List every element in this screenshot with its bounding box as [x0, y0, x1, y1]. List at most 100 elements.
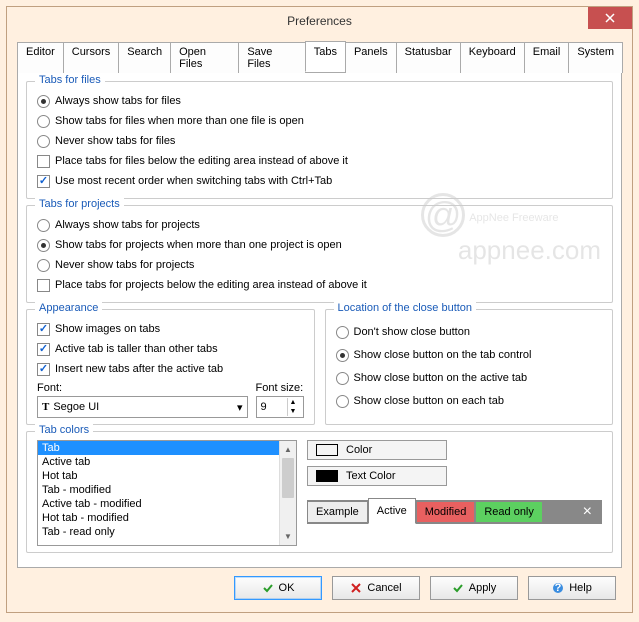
example-tab: Example: [307, 501, 368, 523]
check-icon: [452, 582, 464, 594]
group-tab-colors: Tab colors Tab Active tab Hot tab Tab - …: [26, 431, 613, 553]
check-files-below[interactable]: [37, 155, 50, 168]
radio-close-each[interactable]: [336, 395, 349, 408]
apply-button[interactable]: Apply: [430, 576, 518, 600]
cancel-button[interactable]: Cancel: [332, 576, 420, 600]
radio-close-none[interactable]: [336, 326, 349, 339]
tab-panels[interactable]: Panels: [345, 42, 397, 73]
color-button[interactable]: Color: [307, 440, 447, 460]
list-item[interactable]: Active tab: [38, 455, 296, 469]
legend-projects: Tabs for projects: [35, 198, 124, 210]
text-color-swatch: [316, 470, 338, 482]
group-appearance: Appearance Show images on tabs Active ta…: [26, 309, 315, 425]
label: Show images on tabs: [55, 323, 160, 335]
close-icon: [605, 13, 615, 23]
font-value: Segoe UI: [53, 401, 99, 413]
example-active: Active: [368, 498, 416, 524]
example-close-icon[interactable]: ×: [573, 503, 602, 521]
label: Show close button on each tab: [354, 395, 504, 407]
tabpage-tabs: @AppNee Freeware appnee.com Tabs for fil…: [17, 73, 622, 568]
group-tabs-for-projects: Tabs for projects Always show tabs for p…: [26, 205, 613, 303]
font-label: Font:: [37, 382, 248, 394]
label: Show tabs for files when more than one f…: [55, 115, 304, 127]
label: Apply: [469, 582, 497, 594]
label: Show close button on the active tab: [354, 372, 528, 384]
label: OK: [279, 582, 295, 594]
radio-always-show-projects[interactable]: [37, 219, 50, 232]
label: Use most recent order when switching tab…: [55, 175, 332, 187]
x-icon: [350, 582, 362, 594]
font-combobox[interactable]: T Segoe UI ▾: [37, 396, 248, 418]
tab-search[interactable]: Search: [118, 42, 171, 73]
ok-button[interactable]: OK: [234, 576, 322, 600]
svg-text:?: ?: [555, 582, 562, 594]
radio-close-tabcontrol[interactable]: [336, 349, 349, 362]
check-insert-after-active[interactable]: [37, 363, 50, 376]
spin-up-icon[interactable]: ▲: [288, 398, 299, 407]
legend-appearance: Appearance: [35, 302, 102, 314]
scroll-thumb[interactable]: [282, 458, 294, 498]
list-item[interactable]: Hot tab: [38, 469, 296, 483]
legend-close: Location of the close button: [334, 302, 477, 314]
list-item[interactable]: Tab: [38, 441, 296, 455]
legend-tabcolors: Tab colors: [35, 424, 93, 436]
tabcolors-listbox[interactable]: Tab Active tab Hot tab Tab - modified Ac…: [37, 440, 297, 546]
tab-system[interactable]: System: [568, 42, 623, 73]
example-readonly: Read only: [475, 501, 543, 523]
label: Never show tabs for files: [55, 135, 175, 147]
list-item[interactable]: Active tab - modified: [38, 497, 296, 511]
help-button[interactable]: ? Help: [528, 576, 616, 600]
radio-show-projects-multi[interactable]: [37, 239, 50, 252]
tab-cursors[interactable]: Cursors: [63, 42, 120, 73]
button-bar: OK Cancel Apply ? Help: [17, 568, 622, 602]
radio-never-show-files[interactable]: [37, 135, 50, 148]
tab-keyboard[interactable]: Keyboard: [460, 42, 525, 73]
font-icon: T: [42, 401, 49, 413]
check-show-images[interactable]: [37, 323, 50, 336]
tabstrip: Editor Cursors Search Open Files Save Fi…: [17, 41, 622, 73]
window-close-button[interactable]: [588, 7, 632, 29]
preferences-window: Preferences Editor Cursors Search Open F…: [6, 6, 633, 613]
list-item[interactable]: Tab - read only: [38, 525, 296, 539]
scroll-up-icon[interactable]: ▲: [280, 441, 296, 458]
check-projects-below[interactable]: [37, 279, 50, 292]
label: Don't show close button: [354, 326, 470, 338]
label: Help: [569, 582, 592, 594]
spin-down-icon[interactable]: ▼: [288, 407, 299, 416]
label: Active tab is taller than other tabs: [55, 343, 218, 355]
example-bar: Example Active Modified Read only ×: [307, 500, 602, 524]
fontsize-input[interactable]: [257, 401, 287, 413]
example-modified: Modified: [416, 501, 476, 523]
check-mru-order[interactable]: [37, 175, 50, 188]
label: Always show tabs for projects: [55, 219, 200, 231]
tab-editor[interactable]: Editor: [17, 42, 64, 73]
help-icon: ?: [552, 582, 564, 594]
tab-email[interactable]: Email: [524, 42, 570, 73]
group-tabs-for-files: Tabs for files Always show tabs for file…: [26, 81, 613, 199]
label: Place tabs for files below the editing a…: [55, 155, 348, 167]
label: Show close button on the tab control: [354, 349, 532, 361]
tab-tabs[interactable]: Tabs: [305, 41, 346, 72]
fontsize-label: Font size:: [256, 382, 304, 394]
tab-statusbar[interactable]: Statusbar: [396, 42, 461, 73]
fontsize-spinner[interactable]: ▲▼: [256, 396, 304, 418]
check-icon: [262, 582, 274, 594]
tab-save-files[interactable]: Save Files: [238, 42, 305, 73]
radio-never-show-projects[interactable]: [37, 259, 50, 272]
scrollbar[interactable]: ▲ ▼: [279, 441, 296, 545]
label: Show tabs for projects when more than on…: [55, 239, 342, 251]
check-active-taller[interactable]: [37, 343, 50, 356]
text-color-button[interactable]: Text Color: [307, 466, 447, 486]
list-item[interactable]: Tab - modified: [38, 483, 296, 497]
titlebar: Preferences: [7, 7, 632, 35]
label: Always show tabs for files: [55, 95, 181, 107]
radio-always-show-files[interactable]: [37, 95, 50, 108]
radio-close-active[interactable]: [336, 372, 349, 385]
tab-open-files[interactable]: Open Files: [170, 42, 239, 73]
radio-show-files-multi[interactable]: [37, 115, 50, 128]
label: Cancel: [367, 582, 401, 594]
list-item[interactable]: Hot tab - modified: [38, 511, 296, 525]
scroll-down-icon[interactable]: ▼: [280, 528, 296, 545]
label: Text Color: [346, 470, 396, 482]
group-close-location: Location of the close button Don't show …: [325, 309, 614, 425]
